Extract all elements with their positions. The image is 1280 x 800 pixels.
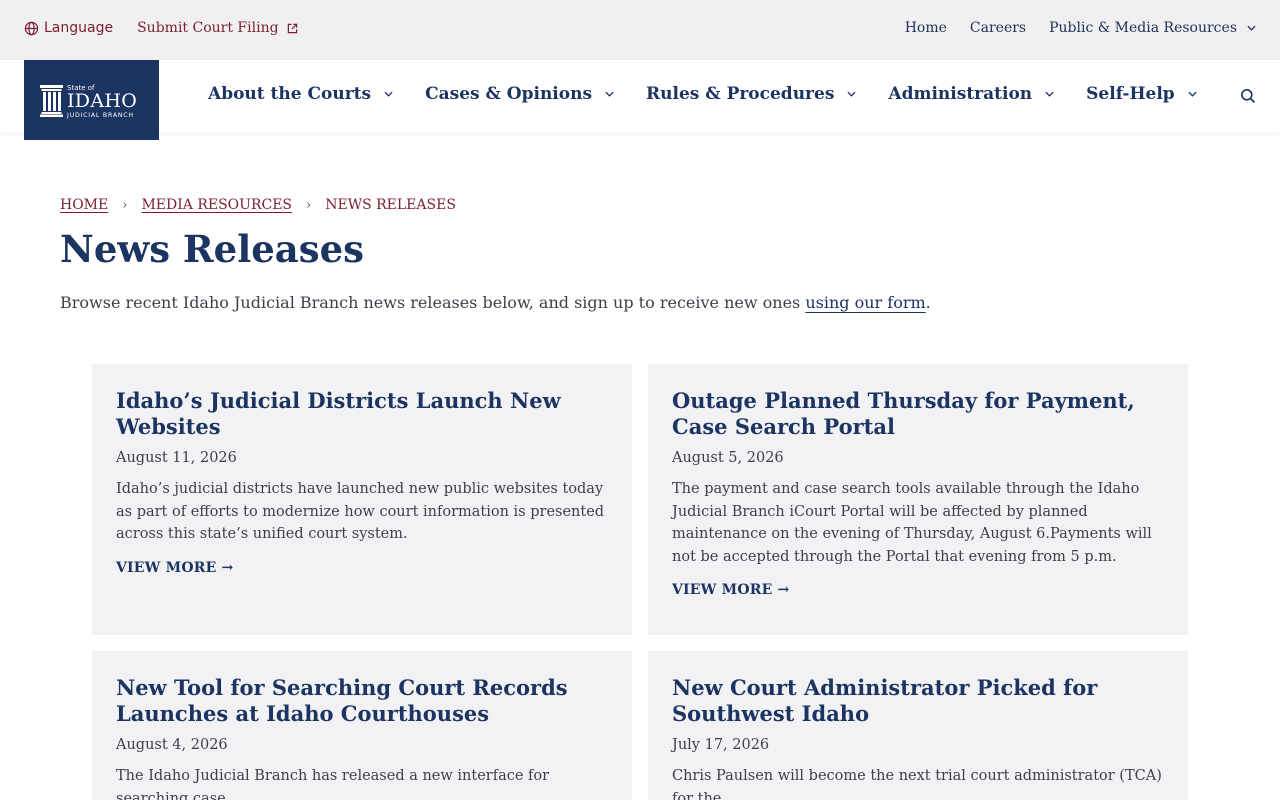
chevron-down-icon — [1247, 25, 1256, 31]
nav-administration[interactable]: Administration — [888, 84, 1054, 104]
courthouse-pillar-icon — [40, 85, 63, 117]
chevron-down-icon — [1045, 91, 1054, 97]
nav-label: Self-Help — [1086, 84, 1175, 104]
language-label: Language — [44, 20, 114, 36]
intro-text: Browse recent Idaho Judicial Branch news… — [60, 293, 931, 312]
utility-right: Home Careers Public & Media Resources — [905, 20, 1256, 36]
news-card-excerpt: Chris Paulsen will become the next trial… — [672, 768, 1162, 800]
chevron-down-icon — [847, 91, 856, 97]
news-card-date: August 4, 2026 — [116, 737, 228, 753]
language-selector[interactable]: Language — [24, 20, 113, 36]
news-card[interactable]: New Tool for Searching Court Records Lau… — [92, 651, 632, 800]
nav-label: About the Courts — [208, 84, 372, 104]
utility-bar: Language Submit Court Filing Home Career… — [0, 0, 1280, 60]
breadcrumb-separator-icon: › — [122, 197, 128, 213]
logo-name: IDAHO — [67, 90, 138, 112]
news-card-excerpt: The Idaho Judicial Branch has released a… — [116, 768, 550, 800]
submit-label: Submit Court Filing — [137, 20, 279, 36]
breadcrumb-current: NEWS RELEASES — [325, 197, 456, 213]
news-card-date: July 17, 2026 — [672, 737, 770, 753]
chevron-down-icon — [1188, 91, 1197, 97]
nav-about-the-courts[interactable]: About the Courts — [208, 84, 393, 104]
logo-branch: JUDICIAL BRANCH — [67, 112, 134, 119]
site-logo[interactable]: State of IDAHO JUDICIAL BRANCH — [24, 60, 159, 140]
page-title: News Releases — [60, 227, 364, 271]
nav-label: Rules & Procedures — [646, 84, 835, 104]
news-card[interactable]: Outage Planned Thursday for Payment, Cas… — [648, 364, 1188, 635]
utility-left: Language Submit Court Filing — [24, 20, 298, 36]
signup-form-link[interactable]: using our form — [805, 293, 925, 312]
view-more-link[interactable]: VIEW MORE → — [116, 560, 233, 576]
external-link-icon — [287, 23, 297, 33]
news-card-excerpt: Idaho’s judicial districts have launched… — [116, 481, 605, 542]
news-card-excerpt: The payment and case search tools availa… — [672, 481, 1152, 565]
news-card-title[interactable]: Outage Planned Thursday for Payment, Cas… — [672, 388, 1164, 440]
news-card-title[interactable]: New Tool for Searching Court Records Lau… — [116, 675, 608, 727]
search-icon[interactable] — [1240, 88, 1256, 104]
news-card-title[interactable]: New Court Administrator Picked for South… — [672, 675, 1164, 727]
main-nav: About the Courts Cases & Opinions Rules … — [208, 84, 1229, 104]
submit-court-filing-link[interactable]: Submit Court Filing — [137, 20, 297, 36]
view-more-link[interactable]: VIEW MORE → — [672, 582, 789, 598]
utility-link-public-media[interactable]: Public & Media Resources — [1049, 20, 1256, 36]
utility-link-careers[interactable]: Careers — [970, 20, 1026, 36]
news-card-title[interactable]: Idaho’s Judicial Districts Launch New We… — [116, 388, 608, 440]
utility-link-home[interactable]: Home — [905, 20, 947, 36]
news-card-date: August 5, 2026 — [672, 450, 784, 466]
nav-self-help[interactable]: Self-Help — [1086, 84, 1197, 104]
breadcrumb-media-resources[interactable]: MEDIA RESOURCES — [141, 197, 292, 213]
chevron-down-icon — [384, 91, 393, 97]
news-card-date: August 11, 2026 — [116, 450, 237, 466]
intro-after: . — [925, 293, 931, 312]
nav-label: Administration — [888, 84, 1033, 104]
breadcrumb-separator-icon: › — [306, 197, 312, 213]
news-card[interactable]: Idaho’s Judicial Districts Launch New We… — [92, 364, 632, 635]
chevron-down-icon — [605, 91, 614, 97]
news-card[interactable]: New Court Administrator Picked for South… — [648, 651, 1188, 800]
breadcrumb: HOME › MEDIA RESOURCES › NEWS RELEASES — [60, 197, 456, 213]
nav-rules-procedures[interactable]: Rules & Procedures — [646, 84, 856, 104]
breadcrumb-home[interactable]: HOME — [60, 197, 108, 213]
nav-cases-opinions[interactable]: Cases & Opinions — [425, 84, 614, 104]
globe-icon — [24, 21, 39, 35]
public-media-label: Public & Media Resources — [1049, 20, 1237, 36]
nav-label: Cases & Opinions — [425, 84, 593, 104]
intro-before: Browse recent Idaho Judicial Branch news… — [60, 293, 806, 312]
